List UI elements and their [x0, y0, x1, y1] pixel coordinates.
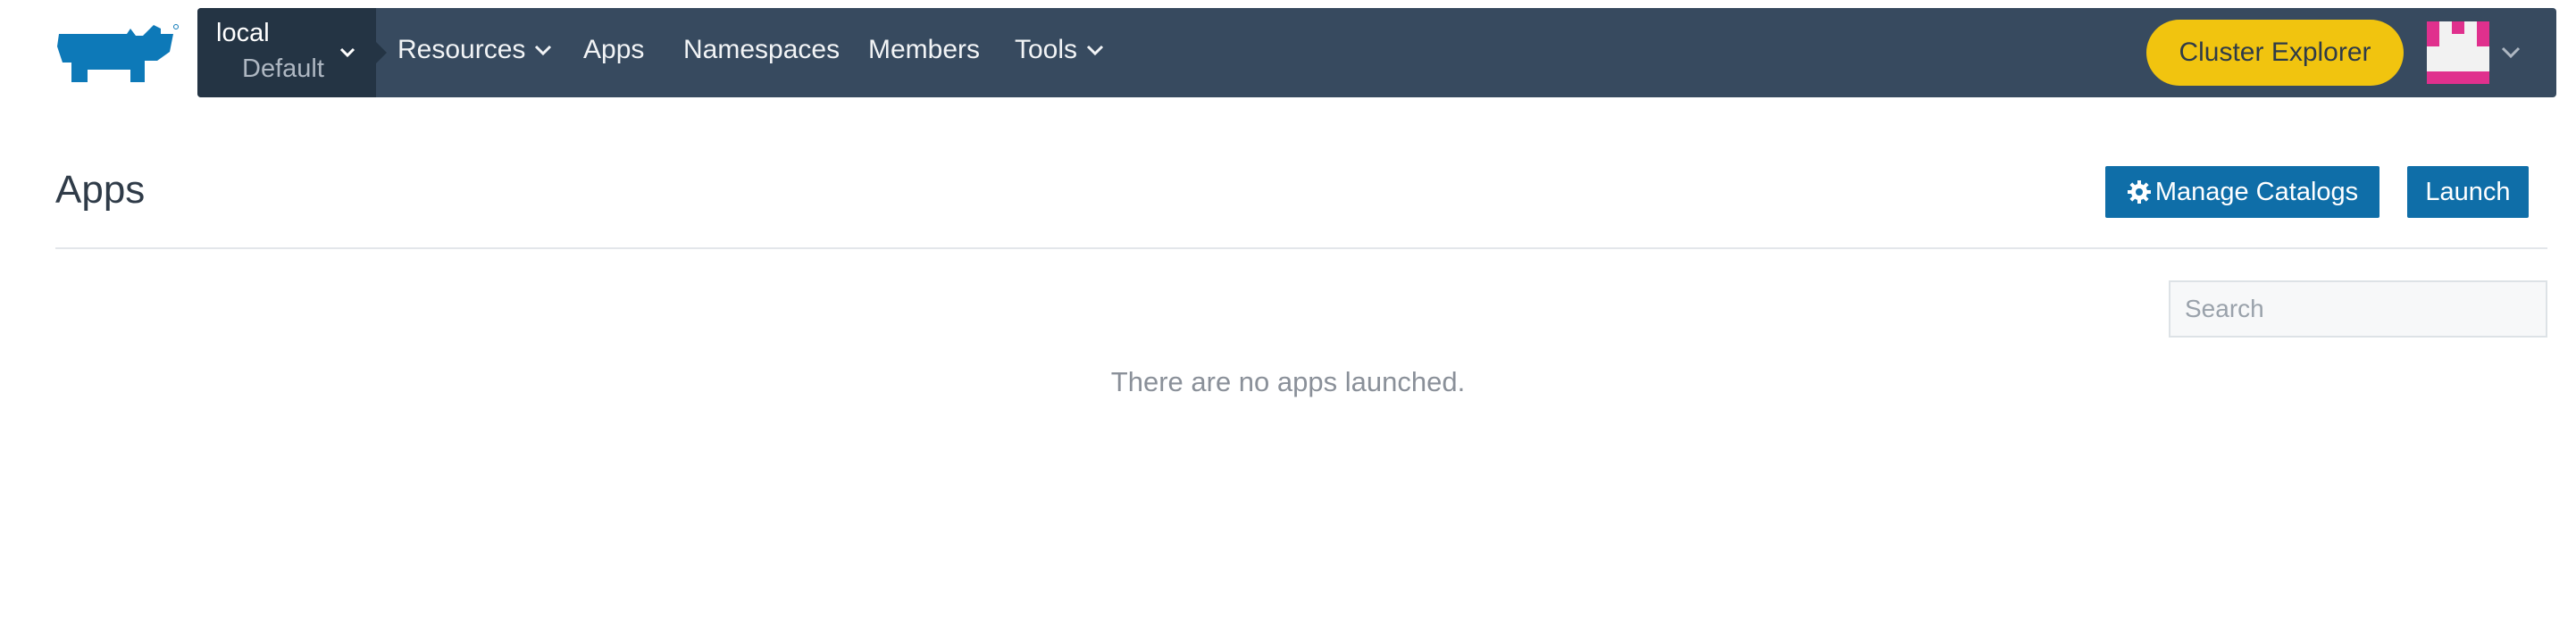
- nav-members-label: Members: [868, 35, 981, 64]
- chevron-down-icon: [339, 47, 355, 58]
- launch-button[interactable]: Launch: [2407, 166, 2529, 218]
- context-switcher[interactable]: local Default: [197, 8, 387, 97]
- nav-resources[interactable]: Resources: [397, 35, 552, 65]
- top-bar: local Default Resources Apps Namespaces …: [0, 0, 2576, 105]
- chevron-down-icon: [535, 45, 552, 56]
- gear-icon: [2127, 180, 2151, 204]
- nav-apps[interactable]: Apps: [583, 35, 644, 65]
- main-nav: local Default Resources Apps Namespaces …: [197, 8, 2556, 97]
- nav-tools[interactable]: Tools: [1015, 35, 1104, 65]
- rancher-logo[interactable]: [54, 20, 179, 84]
- nav-namespaces-label: Namespaces: [683, 35, 841, 64]
- user-avatar[interactable]: [2427, 21, 2489, 84]
- nav-members[interactable]: Members: [868, 35, 980, 65]
- cluster-explorer-button[interactable]: Cluster Explorer: [2146, 20, 2404, 86]
- launch-label: Launch: [2425, 177, 2511, 206]
- nav-tools-label: Tools: [1015, 35, 1078, 64]
- chevron-down-icon[interactable]: [2501, 46, 2521, 60]
- project-name: Default: [242, 54, 324, 83]
- page-title: Apps: [55, 168, 146, 212]
- chevron-down-icon: [1086, 45, 1104, 56]
- header-divider: [55, 247, 2547, 249]
- nav-namespaces[interactable]: Namespaces: [683, 35, 840, 65]
- nav-apps-label: Apps: [583, 35, 645, 64]
- manage-catalogs-label: Manage Catalogs: [2154, 177, 2359, 206]
- search-input[interactable]: [2169, 280, 2547, 338]
- cluster-name: local: [216, 19, 270, 47]
- manage-catalogs-button[interactable]: Manage Catalogs: [2105, 166, 2379, 218]
- empty-state-message: There are no apps launched.: [1110, 366, 1466, 397]
- nav-resources-label: Resources: [397, 35, 526, 64]
